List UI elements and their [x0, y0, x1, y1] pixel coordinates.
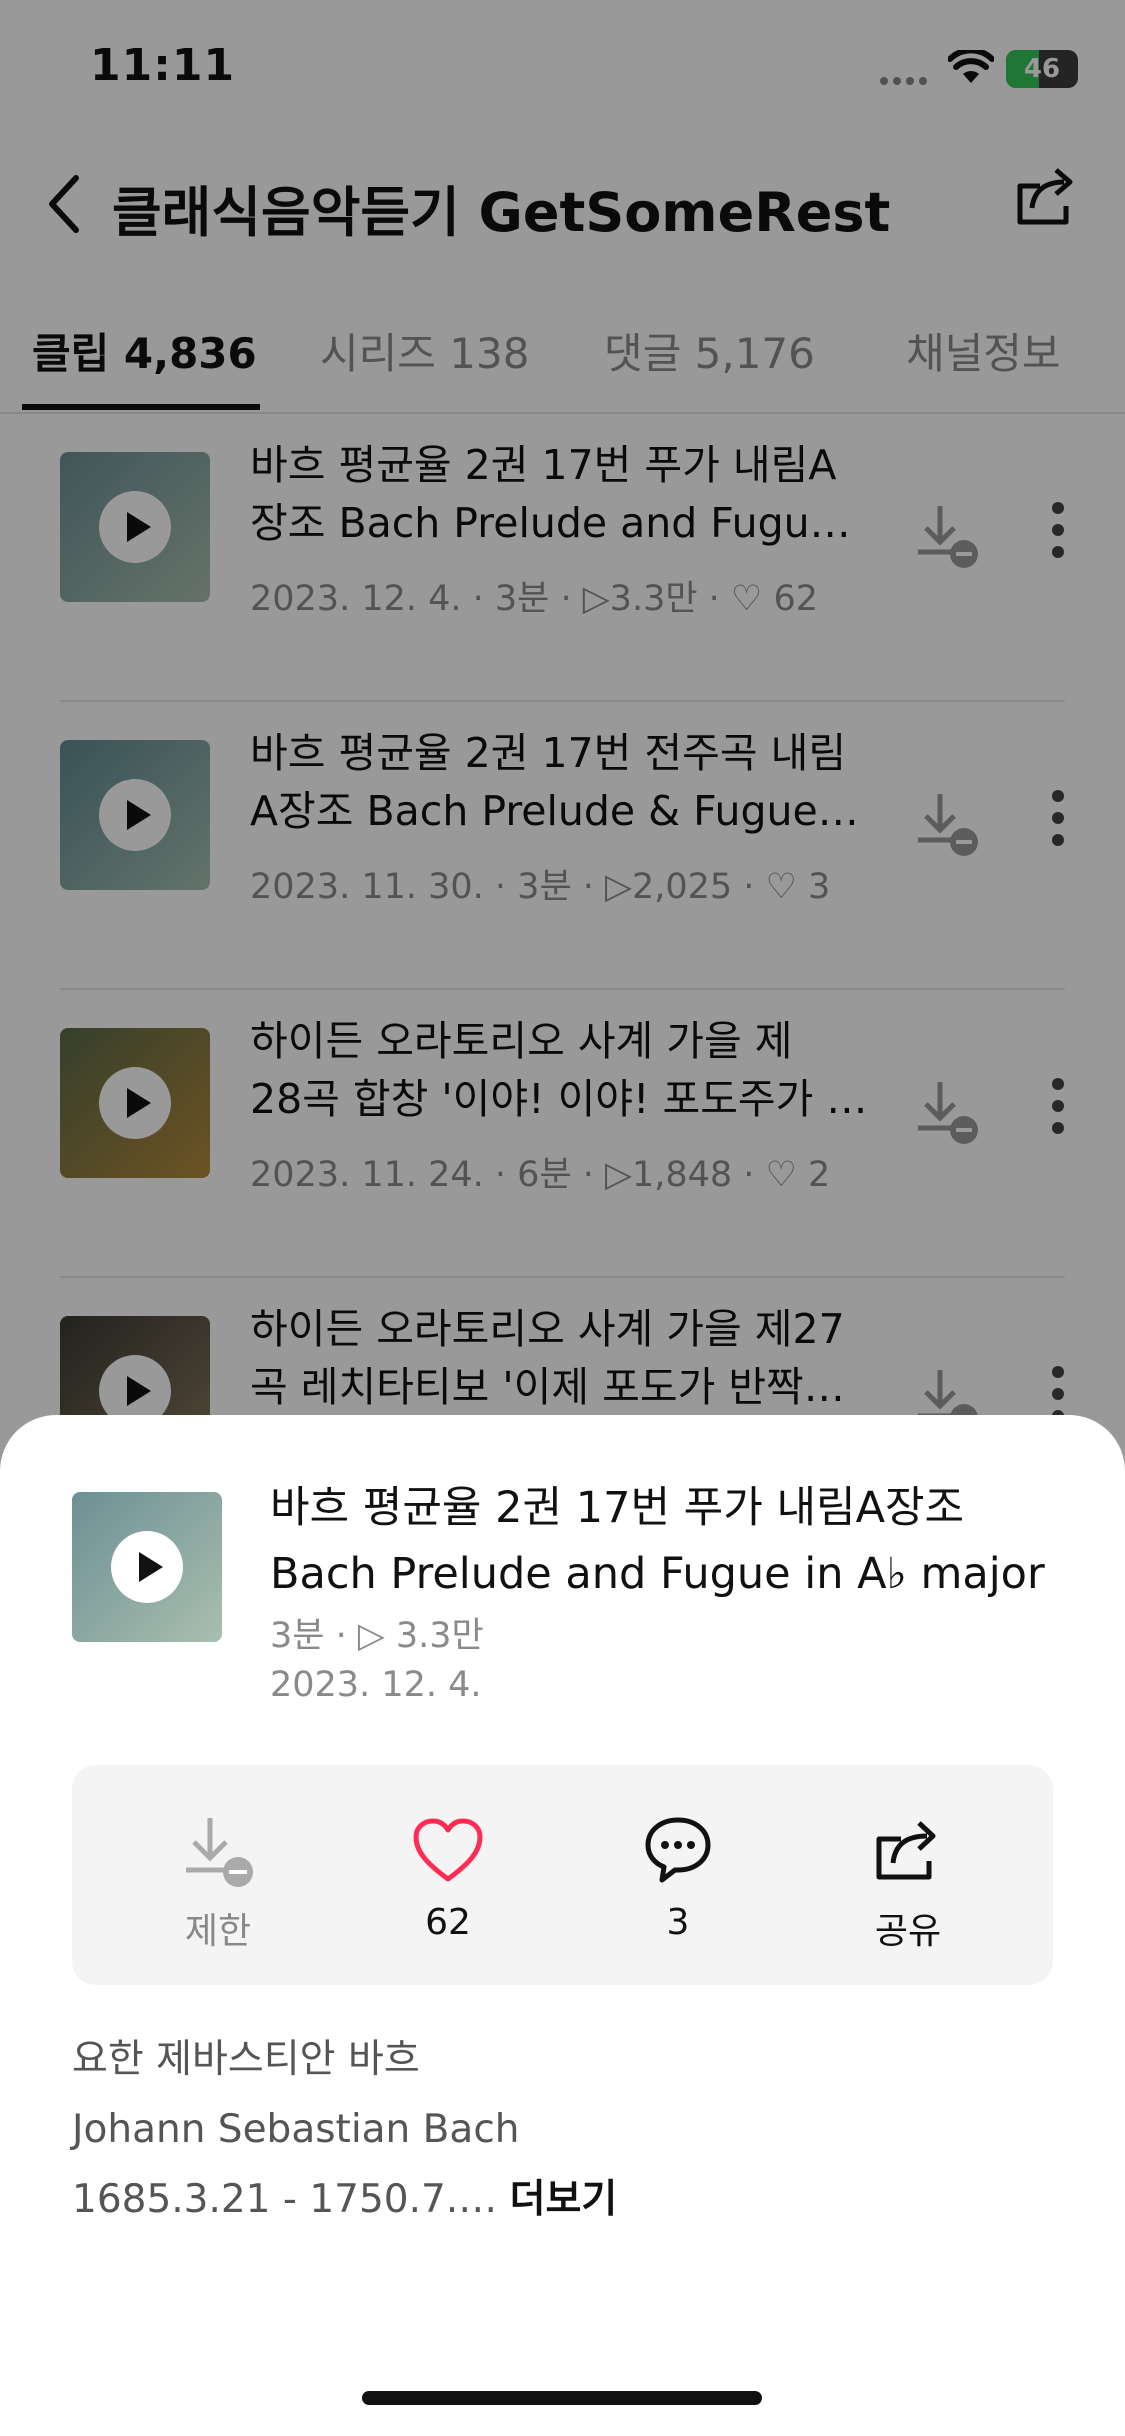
clip-action-sheet: 바흐 평균율 2권 17번 푸가 내림A장조 Bach Prelude and …: [0, 1415, 1125, 2436]
play-icon: [111, 1531, 183, 1603]
more-link[interactable]: 더보기: [510, 2177, 618, 2222]
action-bar: 제한 62 3 공유: [72, 1765, 1053, 1985]
share-label: 공유: [874, 1911, 942, 1952]
comment-count: 3: [666, 1902, 690, 1943]
screen: 11:11 46 클래식음악듣기 GetSomeRest 클립 4,836 시리…: [0, 0, 1125, 2436]
sheet-meta: 3분 · ▷ 3.3만: [270, 1616, 484, 1656]
comment-icon: [645, 1817, 711, 1883]
share-icon: [876, 1821, 936, 1880]
like-count: 62: [425, 1902, 471, 1943]
sheet-title-line1: 바흐 평균율 2권 17번 푸가 내림A장조: [270, 1483, 965, 1533]
sheet-thumbnail[interactable]: [72, 1492, 222, 1642]
home-indicator[interactable]: [362, 2391, 762, 2405]
comment-button[interactable]: 3: [578, 1810, 778, 1950]
heart-icon: [413, 1818, 483, 1882]
description-line3: 1685.3.21 - 1750.7.… 더보기: [72, 2177, 618, 2222]
description-line2: Johann Sebastian Bach: [72, 2107, 520, 2152]
sheet-date: 2023. 12. 4.: [270, 1665, 482, 1705]
share-button[interactable]: 공유: [808, 1810, 1008, 1952]
sheet-title-line2: Bach Prelude and Fugue in A♭ major: [270, 1549, 1045, 1599]
description-line1: 요한 제바스티안 바흐: [72, 2037, 420, 2082]
download-button[interactable]: 제한: [118, 1810, 318, 1952]
channel-description: 요한 제바스티안 바흐 Johann Sebastian Bach 1685.3…: [72, 2025, 617, 2235]
download-restricted-icon: [186, 1818, 253, 1887]
download-label: 제한: [184, 1911, 252, 1952]
sheet-title: 바흐 평균율 2권 17번 푸가 내림A장조 Bach Prelude and …: [270, 1475, 1060, 1607]
like-button[interactable]: 62: [348, 1810, 548, 1950]
